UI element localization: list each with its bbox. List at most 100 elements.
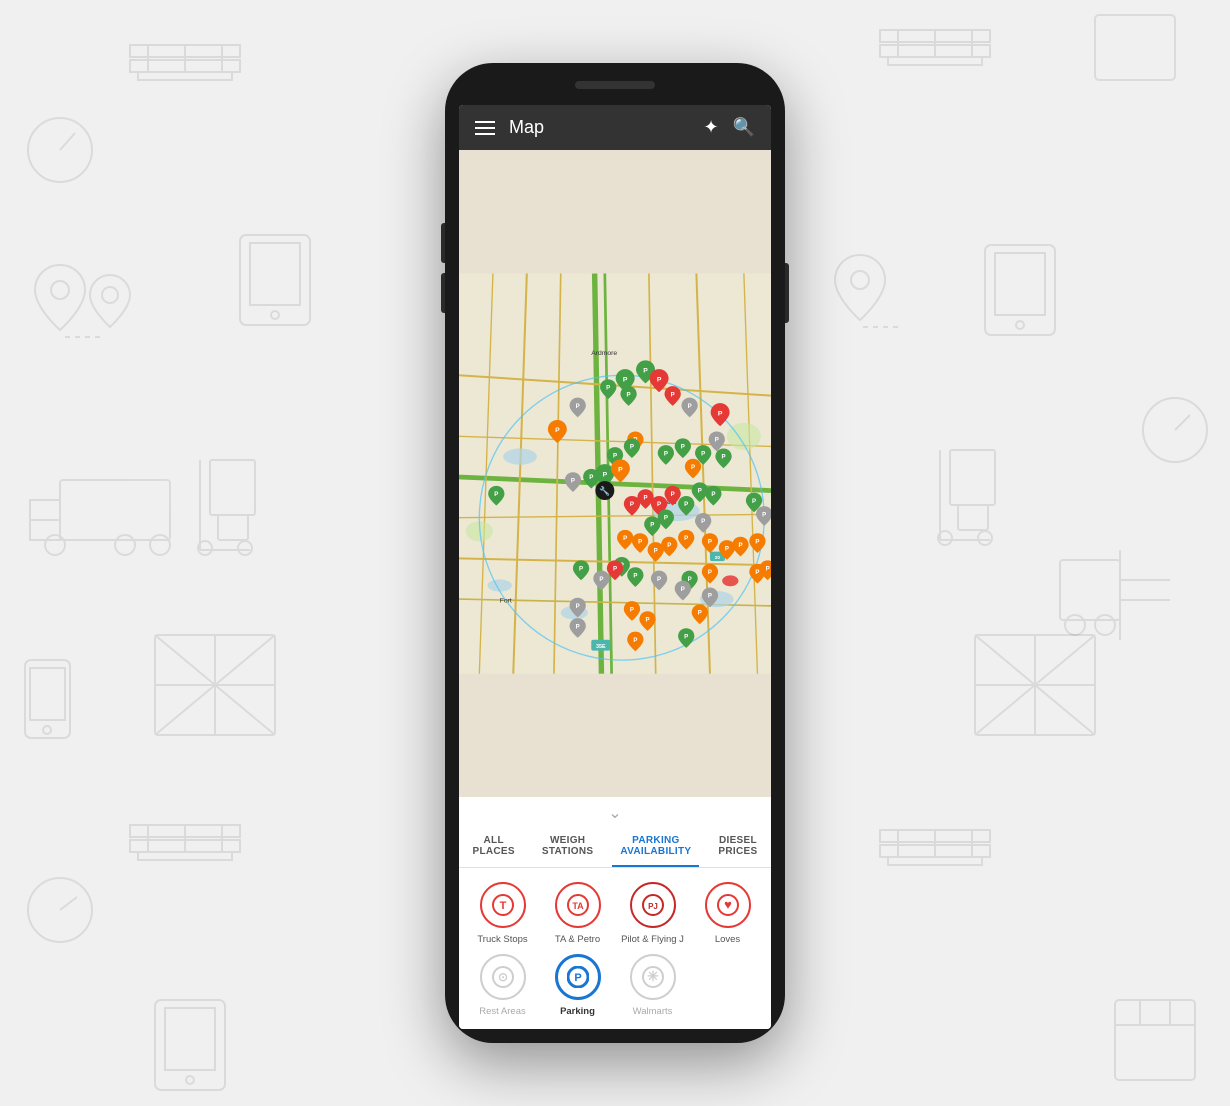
- svg-text:P: P: [579, 566, 583, 573]
- svg-text:P: P: [708, 569, 712, 576]
- page-title: Map: [509, 117, 544, 138]
- svg-text:P: P: [762, 511, 766, 518]
- svg-text:P: P: [603, 471, 608, 478]
- parking-label: Parking: [560, 1006, 595, 1017]
- place-item-ta-petro[interactable]: TA TA & Petro: [542, 882, 613, 945]
- svg-text:P: P: [494, 491, 498, 498]
- svg-text:P: P: [718, 410, 723, 417]
- svg-text:P: P: [627, 391, 631, 398]
- tab-diesel-prices-label: DIESELPRICES: [718, 835, 757, 857]
- svg-text:⊙: ⊙: [497, 970, 507, 984]
- tab-parking-availability-label: PARKINGAVAILABILITY: [620, 835, 691, 857]
- header-left: Map: [475, 117, 544, 138]
- walmarts-label: Walmarts: [633, 1006, 673, 1017]
- svg-text:P: P: [715, 437, 719, 444]
- tab-all-places[interactable]: ALLPLACES: [465, 831, 523, 867]
- svg-text:P: P: [623, 376, 628, 383]
- svg-text:P: P: [657, 501, 661, 508]
- places-grid: T Truck Stops TA TA & Petro: [459, 868, 771, 1029]
- tab-all-places-label: ALLPLACES: [473, 835, 515, 857]
- rest-areas-label: Rest Areas: [479, 1006, 525, 1017]
- svg-text:P: P: [708, 593, 712, 600]
- svg-text:P: P: [643, 494, 647, 501]
- svg-text:P: P: [688, 576, 692, 583]
- svg-text:P: P: [576, 603, 580, 610]
- svg-text:P: P: [721, 454, 725, 461]
- svg-text:P: P: [684, 501, 688, 508]
- svg-text:P: P: [701, 518, 705, 525]
- svg-text:PJ: PJ: [648, 902, 658, 911]
- svg-text:P: P: [664, 450, 668, 457]
- svg-text:P: P: [599, 576, 603, 583]
- tab-parking-availability[interactable]: PARKINGAVAILABILITY: [612, 831, 699, 867]
- svg-text:P: P: [684, 633, 688, 640]
- svg-text:P: P: [657, 576, 661, 583]
- svg-text:P: P: [755, 569, 759, 576]
- search-icon[interactable]: 🔍: [733, 117, 755, 138]
- svg-text:P: P: [691, 464, 695, 471]
- loves-icon: ♥: [705, 882, 751, 928]
- app-header: Map ✦ 🔍: [459, 105, 771, 150]
- svg-text:🔧: 🔧: [599, 485, 610, 496]
- place-item-rest-areas[interactable]: ⊙ Rest Areas: [467, 954, 538, 1017]
- svg-text:P: P: [646, 616, 650, 623]
- svg-text:P: P: [630, 444, 634, 451]
- svg-text:P: P: [589, 474, 593, 481]
- walmarts-icon: ✳: [630, 954, 676, 1000]
- place-item-walmarts[interactable]: ✳ Walmarts: [617, 954, 688, 1017]
- svg-text:P: P: [630, 501, 634, 508]
- map-area[interactable]: Ardmore Plano Fort 35E 20 P P P P P P P: [459, 150, 771, 797]
- svg-text:Ardmore: Ardmore: [591, 350, 617, 357]
- svg-text:T: T: [499, 900, 506, 912]
- svg-text:P: P: [574, 972, 581, 984]
- svg-text:♥: ♥: [724, 897, 732, 912]
- svg-text:P: P: [613, 452, 617, 459]
- phone-frame: Map ✦ 🔍: [445, 63, 785, 1043]
- filter-tabs: ALLPLACES WEIGHSTATIONS PARKINGAVAILABIL…: [459, 825, 771, 868]
- svg-text:P: P: [667, 542, 671, 549]
- svg-text:P: P: [701, 450, 705, 457]
- place-item-pilot-flying-j[interactable]: PJ Pilot & Flying J: [617, 882, 688, 945]
- pilot-flying-j-label: Pilot & Flying J: [621, 934, 684, 945]
- ta-petro-icon: TA: [555, 882, 601, 928]
- chevron-down-icon: ⌄: [608, 803, 621, 823]
- svg-text:P: P: [684, 535, 688, 542]
- svg-text:P: P: [725, 545, 729, 552]
- pull-tab[interactable]: ⌄: [459, 797, 771, 825]
- header-right: ✦ 🔍: [703, 117, 755, 138]
- svg-text:P: P: [630, 606, 634, 613]
- place-item-parking[interactable]: P Parking: [542, 954, 613, 1017]
- svg-text:P: P: [555, 427, 560, 434]
- pilot-flying-j-icon: PJ: [630, 882, 676, 928]
- svg-text:P: P: [752, 498, 756, 505]
- hamburger-icon[interactable]: [475, 121, 495, 135]
- place-item-truck-stops[interactable]: T Truck Stops: [467, 882, 538, 945]
- svg-text:P: P: [671, 391, 675, 398]
- power-button: [785, 263, 789, 323]
- truck-stops-icon: T: [480, 882, 526, 928]
- tab-diesel-prices[interactable]: DIESELPRICES: [710, 831, 765, 867]
- svg-text:P: P: [664, 515, 668, 522]
- svg-text:✳: ✳: [647, 968, 659, 984]
- tab-weigh-stations[interactable]: WEIGHSTATIONS: [534, 831, 601, 867]
- svg-text:P: P: [650, 522, 654, 529]
- svg-text:P: P: [618, 467, 623, 474]
- svg-text:P: P: [681, 444, 685, 451]
- svg-text:P: P: [698, 610, 702, 617]
- svg-text:P: P: [708, 538, 712, 545]
- svg-text:P: P: [654, 547, 658, 554]
- svg-text:35E: 35E: [596, 644, 606, 650]
- svg-text:P: P: [571, 477, 575, 484]
- svg-text:P: P: [738, 542, 742, 549]
- svg-text:P: P: [633, 637, 637, 644]
- svg-text:P: P: [671, 491, 675, 498]
- svg-text:P: P: [633, 572, 637, 579]
- svg-text:P: P: [681, 586, 685, 593]
- svg-text:P: P: [613, 566, 617, 573]
- svg-text:P: P: [623, 535, 627, 542]
- svg-text:P: P: [688, 403, 692, 410]
- rest-areas-icon: ⊙: [480, 954, 526, 1000]
- location-pin-icon[interactable]: ✦: [703, 117, 718, 138]
- place-item-loves[interactable]: ♥ Loves: [692, 882, 763, 945]
- svg-text:TA: TA: [572, 901, 584, 911]
